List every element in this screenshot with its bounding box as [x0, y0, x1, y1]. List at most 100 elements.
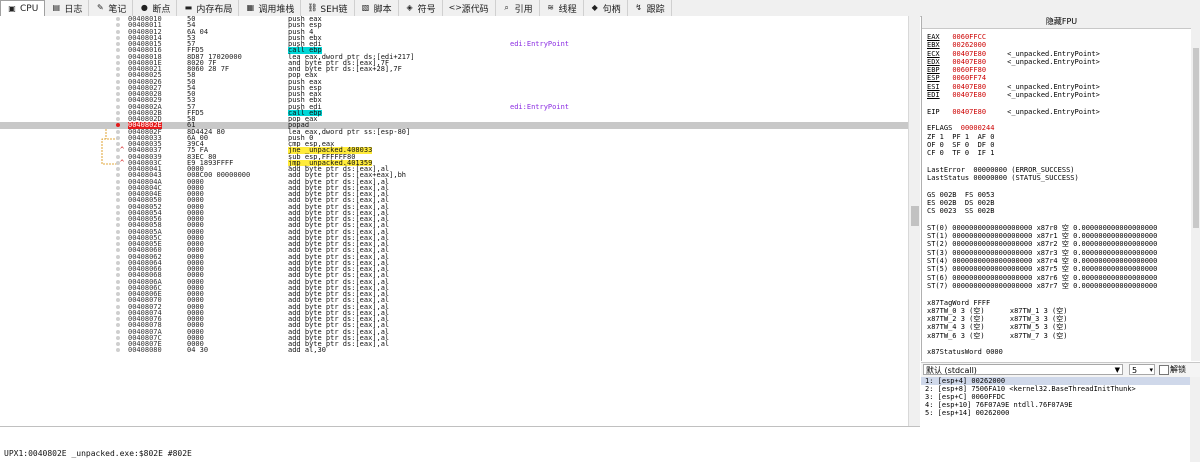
breakpoint-dot-icon[interactable] [116, 335, 120, 340]
breakpoint-dot-icon[interactable] [116, 35, 120, 40]
breakpoint-dot-icon[interactable] [116, 235, 120, 240]
arg-count-spinner[interactable]: 5 ▾ [1129, 364, 1155, 375]
unlock-checkbox[interactable] [1159, 365, 1169, 375]
scroll-thumb[interactable] [911, 206, 919, 226]
tab-call-stack[interactable]: ▦ 调用堆栈 [239, 0, 302, 16]
breakpoint-dot-icon[interactable] [116, 248, 120, 253]
breakpoint-dot-icon[interactable] [116, 348, 120, 353]
register-edi[interactable]: EDI 00407E80 <_unpacked.EntryPoint> [927, 91, 1189, 99]
breakpoint-dot-icon[interactable] [116, 167, 120, 171]
breakpoint-dot-icon[interactable] [116, 223, 120, 228]
breakpoint-dot-icon[interactable] [116, 42, 120, 46]
disasm-scrollbar[interactable] [908, 16, 920, 426]
register-pane[interactable]: 隐藏FPU EAX 0060FFCC EBX 00262000 ECX 0040… [921, 16, 1200, 361]
breakpoint-dot-icon[interactable] [116, 273, 120, 278]
breakpoint-dot-icon[interactable] [116, 67, 120, 71]
breakpoint-dot-icon[interactable] [116, 185, 120, 190]
breakpoint-dot-icon[interactable] [116, 323, 120, 328]
breakpoint-dot-icon[interactable] [116, 79, 120, 84]
breakpoint-dot-icon[interactable] [116, 242, 120, 246]
stack-arg-item[interactable]: 1: [esp+4] 00262000 [921, 377, 1200, 385]
register-ecx[interactable]: ECX 00407E80 <_unpacked.EntryPoint> [927, 50, 1189, 58]
breakpoint-dot-icon[interactable] [116, 192, 120, 196]
stack-arg-item[interactable]: 5: [esp+14] 00262000 [921, 409, 1200, 417]
stack-arg-item[interactable]: 4: [esp+10] 76F07A9E ntdll.76F07A9E [921, 401, 1200, 409]
register-ebp[interactable]: EBP 0060FF80 [927, 66, 1189, 74]
breakpoint-dot-icon[interactable] [116, 229, 120, 234]
breakpoint-dot-icon[interactable] [116, 92, 120, 96]
breakpoint-dot-icon[interactable] [116, 29, 120, 34]
disassembly-view[interactable]: 00408010 50 push eax 00408011 54 push esp 0040… [0, 16, 920, 426]
breakpoint-dot-icon[interactable] [116, 135, 120, 140]
breakpoint-dot-icon[interactable] [116, 285, 120, 290]
status-bar: UPX1:0040802E _unpacked.exe:$802E #802E [0, 426, 920, 463]
register-esp[interactable]: ESP 0060FF74 [927, 74, 1189, 82]
breakpoint-dot-icon[interactable] [116, 292, 120, 296]
breakpoint-dot-icon[interactable] [116, 123, 120, 128]
breakpoint-dot-icon[interactable] [116, 98, 120, 103]
breakpoint-dot-icon[interactable] [116, 117, 120, 121]
breakpoint-dot-icon[interactable] [116, 60, 120, 65]
tab-references[interactable]: ⌕ 引用 [496, 0, 540, 16]
breakpoint-dot-icon[interactable] [116, 48, 120, 53]
register-ebx[interactable]: EBX 00262000 [927, 41, 1189, 49]
tab-notes[interactable]: ✎ 笔记 [89, 0, 134, 16]
hide-fpu-button[interactable]: 隐藏FPU [922, 16, 1200, 29]
breakpoint-dot-icon[interactable] [116, 73, 120, 78]
tab-symbols[interactable]: ◈ 符号 [399, 0, 443, 16]
register-edx[interactable]: EDX 00407E80 <_unpacked.EntryPoint> [927, 58, 1189, 66]
tab-threads[interactable]: ≋ 线程 [540, 0, 584, 16]
breakpoint-dot-icon[interactable] [116, 298, 120, 303]
breakpoint-dot-icon[interactable] [116, 342, 120, 346]
breakpoint-dot-icon[interactable] [116, 104, 120, 109]
tab-label: 跟踪 [646, 4, 665, 15]
register-name: EBP [927, 66, 940, 75]
breakpoint-dot-icon[interactable] [116, 110, 120, 115]
stack-scrollbar[interactable] [1190, 377, 1200, 462]
tab-script[interactable]: ▧ 脚本 [355, 0, 399, 16]
register-eax[interactable]: EAX 0060FFCC [927, 33, 1189, 41]
breakpoint-dot-icon[interactable] [116, 310, 120, 315]
tab-label: 调用堆栈 [258, 4, 295, 15]
disasm-row[interactable]: 00408080 04 30 add al,30 [0, 347, 908, 354]
breakpoint-dot-icon[interactable] [116, 210, 120, 215]
breakpoint-dot-icon[interactable] [116, 267, 120, 271]
tab-seh[interactable]: ⛓ SEH链 [301, 0, 355, 16]
eflags-row[interactable]: EFLAGS 00000244 [927, 124, 1189, 132]
stack-arg-item[interactable]: 2: [esp+8] 7506FA10 <kernel32.BaseThread… [921, 385, 1200, 393]
breakpoint-dot-icon[interactable] [116, 317, 120, 321]
fpu-st-line: ST(2) 0000000000000000000 x87r2 空 0.0000… [927, 240, 1158, 249]
tab-handles[interactable]: ◆ 句柄 [584, 0, 628, 16]
breakpoint-dot-icon[interactable] [116, 217, 120, 221]
register-value: 00407E80 [952, 82, 987, 91]
breakpoint-dot-icon[interactable] [116, 85, 120, 90]
tab-memory-map[interactable]: ▬ 内存布局 [177, 0, 240, 16]
breakpoint-dot-icon[interactable] [116, 198, 120, 203]
calling-convention-select[interactable]: 默认 (stdcall) ▼ [923, 364, 1123, 375]
tab-source[interactable]: <> 源代码 [443, 0, 496, 16]
breakpoint-dot-icon[interactable] [116, 17, 120, 21]
breakpoint-dot-icon[interactable] [116, 304, 120, 309]
stack-args-list[interactable]: 1: [esp+4] 00262000 2: [esp+8] 7506FA10 <… [921, 377, 1200, 462]
breakpoint-dot-icon[interactable] [116, 129, 120, 134]
breakpoint-dot-icon[interactable] [116, 54, 120, 59]
tab-log[interactable]: ▤ 日志 [45, 0, 90, 16]
breakpoint-dot-icon[interactable] [116, 173, 120, 178]
breakpoint-dot-icon[interactable] [116, 329, 120, 334]
breakpoint-dot-icon[interactable] [116, 23, 120, 28]
register-eip[interactable]: EIP 00407E80 <_unpacked.EntryPoint> [927, 108, 1189, 116]
tab-cpu[interactable]: ▣ CPU [0, 0, 46, 17]
breakpoint-dot-icon[interactable] [116, 254, 120, 259]
tab-trace[interactable]: ↯ 跟踪 [628, 0, 672, 16]
tab-breakpoint[interactable]: ● 断点 [133, 0, 178, 16]
breakpoint-dot-icon[interactable] [116, 154, 120, 159]
register-scrollbar[interactable] [1191, 28, 1200, 361]
register-name: ECX [927, 49, 940, 58]
stack-arg-item[interactable]: 3: [esp+C] 0060FFDC [921, 393, 1200, 401]
breakpoint-dot-icon[interactable] [116, 279, 120, 284]
breakpoint-dot-icon[interactable] [116, 260, 120, 265]
breakpoint-dot-icon[interactable] [116, 204, 120, 209]
register-esi[interactable]: ESI 00407E80 <_unpacked.EntryPoint> [927, 83, 1189, 91]
breakpoint-dot-icon[interactable] [116, 179, 120, 184]
scroll-thumb[interactable] [1193, 48, 1199, 228]
